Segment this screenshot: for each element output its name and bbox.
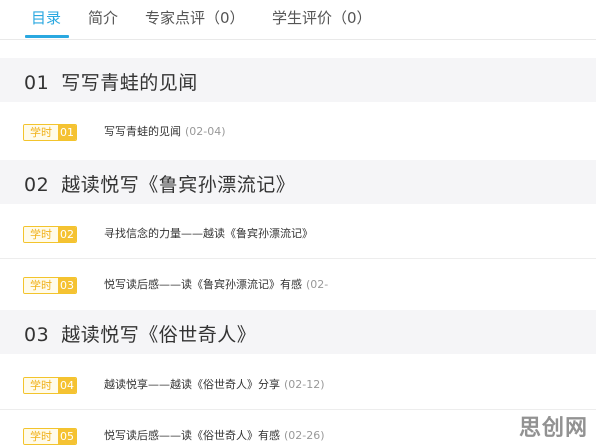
lesson-row-04[interactable]: 学时 04 越读悦享——越读《俗世奇人》分享 (02-12) (0, 360, 596, 410)
section-header-03: 03 越读悦写《俗世奇人》 (0, 310, 596, 354)
badge-number: 01 (58, 125, 76, 140)
lesson-title: 写写青蛙的见闻 (104, 125, 181, 138)
badge-label: 学时 (24, 278, 58, 293)
badge-number: 03 (58, 278, 76, 293)
section-title: 越读悦写《鲁宾孙漂流记》 (61, 174, 296, 196)
lesson-title: 悦写读后感——读《鲁宾孙漂流记》有感 (104, 278, 302, 291)
watermark: 思创网 (518, 416, 588, 441)
lesson-date: (02-26) (284, 429, 325, 442)
lesson-title: 寻找信念的力量——越读《鲁宾孙漂流记》 (104, 227, 313, 240)
badge-label: 学时 (24, 227, 58, 242)
lesson-title: 越读悦享——越读《俗世奇人》分享 (104, 378, 280, 391)
lesson-row-02[interactable]: 学时 02 寻找信念的力量——越读《鲁宾孙漂流记》 (0, 209, 596, 259)
section-header-02: 02 越读悦写《鲁宾孙漂流记》 (0, 160, 596, 204)
section-number: 03 (24, 324, 50, 346)
lesson-badge: 学时 03 (23, 277, 77, 294)
lesson-date: (02-12) (284, 378, 325, 391)
tab-student-review[interactable]: 学生评价（0） (272, 7, 372, 29)
lesson-badge: 学时 04 (23, 377, 77, 394)
lesson-title: 悦写读后感——读《俗世奇人》有感 (104, 429, 280, 442)
lesson-row-05[interactable]: 学时 05 悦写读后感——读《俗世奇人》有感 (02-26) (0, 411, 596, 445)
badge-number: 04 (58, 378, 76, 393)
badge-label: 学时 (24, 125, 58, 140)
section-title: 越读悦写《俗世奇人》 (61, 324, 257, 346)
lesson-date: (02- (306, 278, 329, 291)
section-header-01: 01 写写青蛙的见闻 (0, 58, 596, 102)
badge-number: 02 (58, 227, 76, 242)
badge-label: 学时 (24, 378, 58, 393)
tab-expert-review[interactable]: 专家点评（0） (145, 7, 245, 29)
section-title: 写写青蛙的见闻 (61, 72, 198, 94)
lesson-badge: 学时 05 (23, 428, 77, 445)
lesson-row-03[interactable]: 学时 03 悦写读后感——读《鲁宾孙漂流记》有感 (02- (0, 260, 596, 310)
section-number: 02 (24, 174, 50, 196)
lesson-badge: 学时 02 (23, 226, 77, 243)
lesson-date: (02-04) (185, 125, 226, 138)
section-number: 01 (24, 72, 50, 94)
lesson-badge: 学时 01 (23, 124, 77, 141)
tab-catalog[interactable]: 目录 (31, 7, 61, 29)
course-catalog-screen: 目录 简介 专家点评（0） 学生评价（0） 01 写写青蛙的见闻 学时 01 写写… (0, 0, 596, 445)
active-tab-indicator (25, 35, 69, 38)
badge-number: 05 (58, 429, 76, 444)
tab-bar: 目录 简介 专家点评（0） 学生评价（0） (0, 0, 596, 40)
tab-intro[interactable]: 简介 (88, 7, 118, 29)
lesson-row-01[interactable]: 学时 01 写写青蛙的见闻 (02-04) (0, 107, 596, 157)
badge-label: 学时 (24, 429, 58, 444)
